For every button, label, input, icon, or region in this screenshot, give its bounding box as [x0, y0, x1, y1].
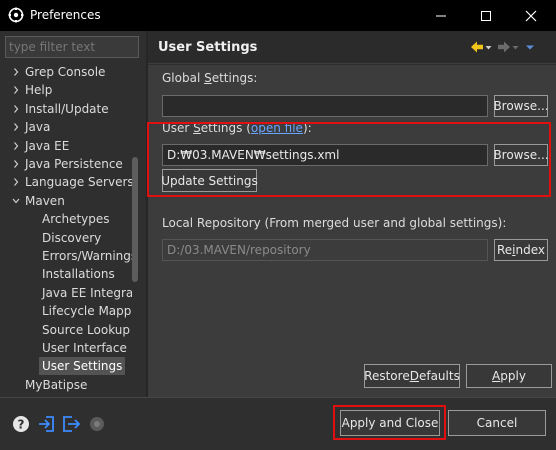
tree-item-label: Discovery [42, 230, 102, 245]
tree-item[interactable]: Maven [0, 192, 132, 210]
user-settings-field[interactable] [162, 144, 488, 166]
record-icon[interactable] [88, 415, 106, 433]
back-arrow-icon[interactable] [470, 40, 484, 54]
preference-page: User Settings Global Settings: Browse...… [148, 31, 556, 397]
import-icon[interactable] [38, 415, 56, 433]
open-file-link[interactable]: open file [251, 121, 303, 135]
global-browse-button[interactable]: Browse... [493, 95, 549, 117]
chevron-right-icon[interactable] [12, 118, 20, 136]
tree-item[interactable]: Source Lookup [0, 321, 132, 339]
preference-tree-panel: Grep Console Help Install/Update Java Java E… [0, 31, 145, 397]
tree-item[interactable]: Language Servers [0, 173, 132, 191]
window-title: Preferences [30, 8, 101, 22]
tree-item[interactable]: Help [0, 81, 132, 99]
tree-item-label: Lifecycle Mappin [42, 304, 132, 319]
tree-item-label: Java EE [25, 138, 70, 153]
page-title: User Settings [158, 40, 258, 55]
close-icon [525, 10, 537, 21]
tree-item[interactable]: Grep Console [0, 63, 132, 81]
tree-item-label: Archetypes [42, 212, 110, 227]
tree-item-label: Java EE Integrati [42, 285, 132, 300]
maximize-button[interactable] [463, 0, 509, 31]
tree-item[interactable]: Discovery [0, 229, 132, 247]
tree-item[interactable]: Install/Update [0, 100, 132, 118]
tree-item-label: MyBatipse [25, 377, 88, 392]
tree-item-label: Java [25, 120, 51, 135]
tree-item-label: Errors/Warnings [42, 249, 132, 263]
tree-item[interactable]: Java EE Integrati [0, 284, 132, 302]
page-header: User Settings [148, 31, 556, 64]
chevron-right-icon[interactable] [12, 137, 20, 155]
svg-text:?: ? [18, 418, 25, 432]
tree-item[interactable]: Java [0, 118, 132, 136]
preferences-app-icon [8, 7, 24, 23]
apply-and-close-button[interactable]: Apply and Close [340, 410, 440, 436]
tree-item-label: Installations [42, 267, 115, 282]
export-icon[interactable] [62, 415, 80, 433]
global-settings-label: Global Settings: [162, 71, 258, 85]
dropdown-icon[interactable] [484, 40, 493, 54]
tree-item-label: User Settings [39, 357, 126, 376]
cancel-button[interactable]: Cancel [448, 410, 546, 436]
help-icon[interactable]: ? [12, 415, 30, 433]
tree-scrollbar[interactable] [131, 62, 139, 397]
filter-input[interactable] [5, 36, 139, 58]
reindex-button[interactable]: Re i ndex [494, 239, 548, 261]
tree-item-label: Help [25, 83, 53, 98]
tree-item-label: Grep Console [25, 65, 106, 79]
tree-item-label: Maven [25, 193, 65, 208]
tree-item[interactable]: Java EE [0, 137, 132, 155]
chevron-right-icon[interactable] [12, 100, 20, 118]
minimize-icon [436, 15, 446, 16]
tree-item[interactable]: User Settings [0, 357, 132, 376]
page-navigation [470, 38, 536, 56]
chevron-right-icon[interactable] [12, 81, 20, 99]
close-button[interactable] [508, 0, 554, 31]
tree-item[interactable]: Errors/Warnings [0, 247, 132, 265]
apply-button[interactable]: Apply [466, 364, 552, 388]
scrollbar-thumb[interactable] [132, 157, 138, 282]
maximize-icon [481, 10, 491, 21]
chevron-right-icon[interactable] [12, 63, 20, 81]
chevron-down-icon[interactable] [12, 192, 20, 210]
tree-item[interactable]: User Interface [0, 339, 132, 357]
view-menu-icon[interactable] [524, 40, 536, 54]
tree-item-label: Java Persistence [25, 157, 123, 171]
page-content: Global Settings: Browse... User Settings… [148, 65, 556, 397]
tree-item[interactable]: MyBatipse [0, 376, 132, 394]
chevron-right-icon[interactable] [12, 173, 20, 191]
restore-defaults-button[interactable]: Restore Defaults [364, 364, 460, 388]
minimize-button[interactable] [418, 0, 464, 31]
global-settings-field[interactable] [162, 95, 488, 117]
user-settings-label: User Settings (open file): [162, 121, 312, 135]
title-bar: Preferences [0, 0, 556, 31]
tree-item[interactable]: Archetypes [0, 210, 132, 228]
preference-tree[interactable]: Grep Console Help Install/Update Java Java E… [0, 62, 132, 397]
local-repository-label: Local Repository (From merged user and g… [162, 216, 507, 230]
forward-arrow-icon[interactable] [497, 40, 511, 54]
tree-item[interactable]: Java Persistence [0, 155, 132, 173]
tree-item[interactable]: Lifecycle Mappin [0, 302, 132, 320]
user-browse-button[interactable]: Browse... [493, 144, 549, 166]
tree-item-label: Source Lookup [42, 322, 130, 337]
tree-item[interactable]: Installations [0, 265, 132, 283]
tree-item-label: Install/Update [25, 101, 109, 116]
tree-item-label: Language Servers [25, 175, 132, 190]
tree-item-label: User Interface [42, 341, 127, 355]
dropdown-icon[interactable] [511, 40, 520, 54]
dialog-footer: ? Apply and Close Cancel [0, 397, 556, 450]
chevron-right-icon[interactable] [12, 155, 20, 173]
local-repository-field [162, 239, 488, 261]
update-settings-button[interactable]: Update Settings [161, 169, 258, 192]
